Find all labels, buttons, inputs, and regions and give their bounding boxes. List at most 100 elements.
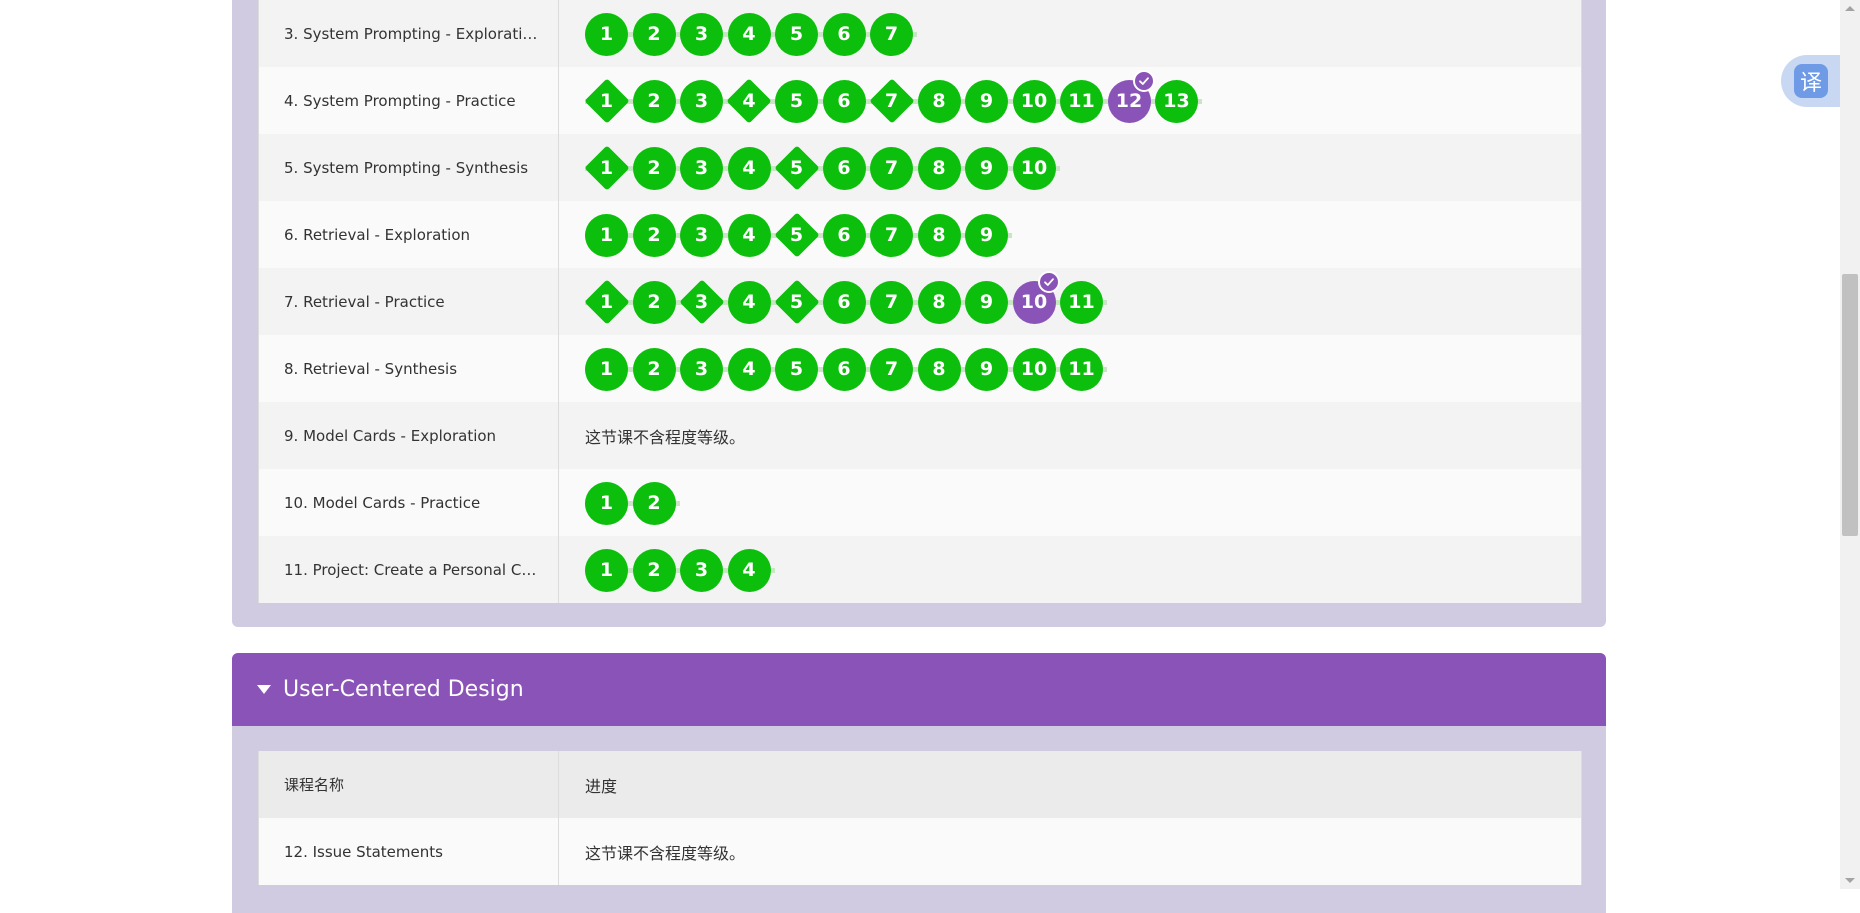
level-bubble[interactable]: 11 [1060, 347, 1103, 391]
scroll-down-arrow-icon[interactable] [1845, 878, 1855, 883]
level-bubble[interactable]: 1 [585, 12, 628, 56]
level-bubble-diamond[interactable]: 5 [773, 279, 820, 325]
lesson-name[interactable]: 12. Issue Statements [259, 818, 559, 885]
level-bubble-diamond[interactable]: 1 [583, 279, 630, 325]
level-bubble[interactable]: 6 [822, 347, 866, 391]
scroll-up-arrow-icon[interactable] [1845, 6, 1855, 11]
level-bubble[interactable]: 3 [680, 146, 723, 190]
lesson-name-label: 12. Issue Statements [284, 842, 443, 861]
lesson-name[interactable]: 10. Model Cards - Practice [259, 469, 559, 536]
level-number: 3 [694, 559, 709, 581]
level-bubble[interactable]: 8 [917, 213, 961, 257]
level-bubble[interactable]: 9 [965, 280, 1008, 324]
level-number: 7 [884, 23, 899, 45]
level-bubble[interactable]: 7 [870, 146, 913, 190]
scrollbar-thumb[interactable] [1842, 274, 1858, 536]
lesson-name[interactable]: 11. Project: Create a Personal Chatbot [259, 536, 559, 603]
lesson-name[interactable]: 9. Model Cards - Exploration [259, 402, 559, 469]
lesson-name[interactable]: 3. System Prompting - Exploration [259, 0, 559, 67]
level-bubble[interactable]: 4 [727, 146, 771, 190]
lesson-name[interactable]: 5. System Prompting - Synthesis [259, 134, 559, 201]
level-bubble[interactable]: 4 [727, 280, 771, 324]
level-bubble[interactable]: 10 [1012, 146, 1056, 190]
column-header-label: 课程名称 [284, 776, 345, 794]
level-number: 10 [1020, 157, 1048, 179]
level-bubble[interactable]: 1 [585, 548, 628, 592]
level-bubble[interactable]: 8 [917, 79, 961, 123]
level-bubble[interactable]: 7 [870, 12, 913, 56]
level-number: 2 [647, 291, 661, 313]
level-bubble[interactable]: 10 [1012, 79, 1056, 123]
level-bubble[interactable]: 2 [632, 481, 676, 525]
level-bubble[interactable]: 7 [870, 347, 913, 391]
column-header-lesson-name: 课程名称 [259, 751, 559, 818]
level-bubble[interactable]: 5 [775, 12, 818, 56]
level-bubble[interactable]: 3 [680, 12, 723, 56]
level-bubble[interactable]: 8 [917, 347, 961, 391]
level-bubble[interactable]: 1 [585, 347, 628, 391]
level-bubble[interactable]: 3 [680, 548, 723, 592]
level-bubble[interactable]: 12 [1107, 69, 1155, 123]
lesson-name[interactable]: 4. System Prompting - Practice [259, 67, 559, 134]
page-scrollbar[interactable] [1840, 0, 1860, 889]
level-bubble[interactable]: 3 [680, 213, 723, 257]
level-bubble[interactable]: 4 [727, 347, 771, 391]
level-bubble[interactable]: 11 [1060, 280, 1103, 324]
table-row: 4. System Prompting - Practice 1 2 3 4 5 6 7 8 9 1… [259, 67, 1581, 134]
level-bubble[interactable]: 3 [680, 79, 723, 123]
level-bubble-diamond[interactable]: 1 [583, 78, 630, 124]
level-bubble-diamond[interactable]: 7 [868, 78, 915, 124]
level-bubble[interactable]: 6 [822, 213, 866, 257]
level-bubble[interactable]: 6 [822, 146, 866, 190]
level-bubble[interactable]: 9 [965, 146, 1008, 190]
level-bubble[interactable]: 2 [632, 12, 676, 56]
level-bubble[interactable]: 6 [822, 79, 866, 123]
level-bubble[interactable]: 5 [775, 79, 818, 123]
level-bubble[interactable]: 9 [965, 347, 1008, 391]
level-bubble[interactable]: 2 [632, 347, 676, 391]
level-bubble[interactable]: 8 [917, 280, 961, 324]
level-number: 3 [694, 157, 709, 179]
level-bubble-diamond[interactable]: 1 [583, 145, 630, 191]
level-bubble[interactable]: 9 [965, 213, 1008, 257]
level-number: 6 [837, 291, 851, 313]
level-bubble[interactable]: 10 [1012, 347, 1056, 391]
level-bubble[interactable]: 10 [1012, 270, 1060, 324]
level-bubble[interactable]: 8 [917, 146, 961, 190]
level-bubble[interactable]: 7 [870, 213, 913, 257]
lesson-name[interactable]: 7. Retrieval - Practice [259, 268, 559, 335]
level-bubble[interactable]: 4 [727, 12, 771, 56]
level-number: 1 [599, 23, 614, 45]
level-bubble[interactable]: 2 [632, 79, 676, 123]
table-row: 10. Model Cards - Practice 1 2 [259, 469, 1581, 536]
lesson-name[interactable]: 8. Retrieval - Synthesis [259, 335, 559, 402]
level-bubble[interactable]: 1 [585, 213, 628, 257]
level-bubble[interactable]: 4 [727, 548, 771, 592]
level-bubble[interactable]: 1 [585, 481, 628, 525]
level-bubble[interactable]: 5 [775, 347, 818, 391]
level-bubble[interactable]: 2 [632, 146, 676, 190]
level-bubble-diamond[interactable]: 5 [773, 145, 820, 191]
level-bubble[interactable]: 11 [1060, 79, 1103, 123]
level-number: 7 [884, 90, 899, 112]
lesson-name-label: 11. Project: Create a Personal Chatbot [284, 560, 539, 579]
level-bubble-diamond[interactable]: 5 [773, 212, 820, 258]
level-bubble[interactable]: 6 [822, 12, 866, 56]
level-bubble[interactable]: 2 [632, 548, 676, 592]
level-bubble[interactable]: 9 [965, 79, 1008, 123]
level-bubble-diamond[interactable]: 4 [726, 78, 772, 124]
level-bubble-diamond[interactable]: 3 [678, 279, 725, 325]
level-bubble[interactable]: 4 [727, 213, 771, 257]
lesson-name[interactable]: 6. Retrieval - Exploration [259, 201, 559, 268]
level-bubble[interactable]: 13 [1155, 79, 1198, 123]
table-row: 9. Model Cards - Exploration 这节课不含程度等级。 [259, 402, 1581, 469]
level-bubble[interactable]: 2 [632, 280, 676, 324]
level-bubble[interactable]: 7 [870, 280, 913, 324]
caret-down-icon[interactable] [257, 685, 271, 694]
level-bubble[interactable]: 2 [632, 213, 676, 257]
level-number: 4 [742, 559, 756, 581]
level-bubble[interactable]: 6 [822, 280, 866, 324]
level-number: 1 [599, 157, 614, 179]
unit-header[interactable]: User-Centered Design [232, 653, 1606, 726]
level-bubble[interactable]: 3 [680, 347, 723, 391]
